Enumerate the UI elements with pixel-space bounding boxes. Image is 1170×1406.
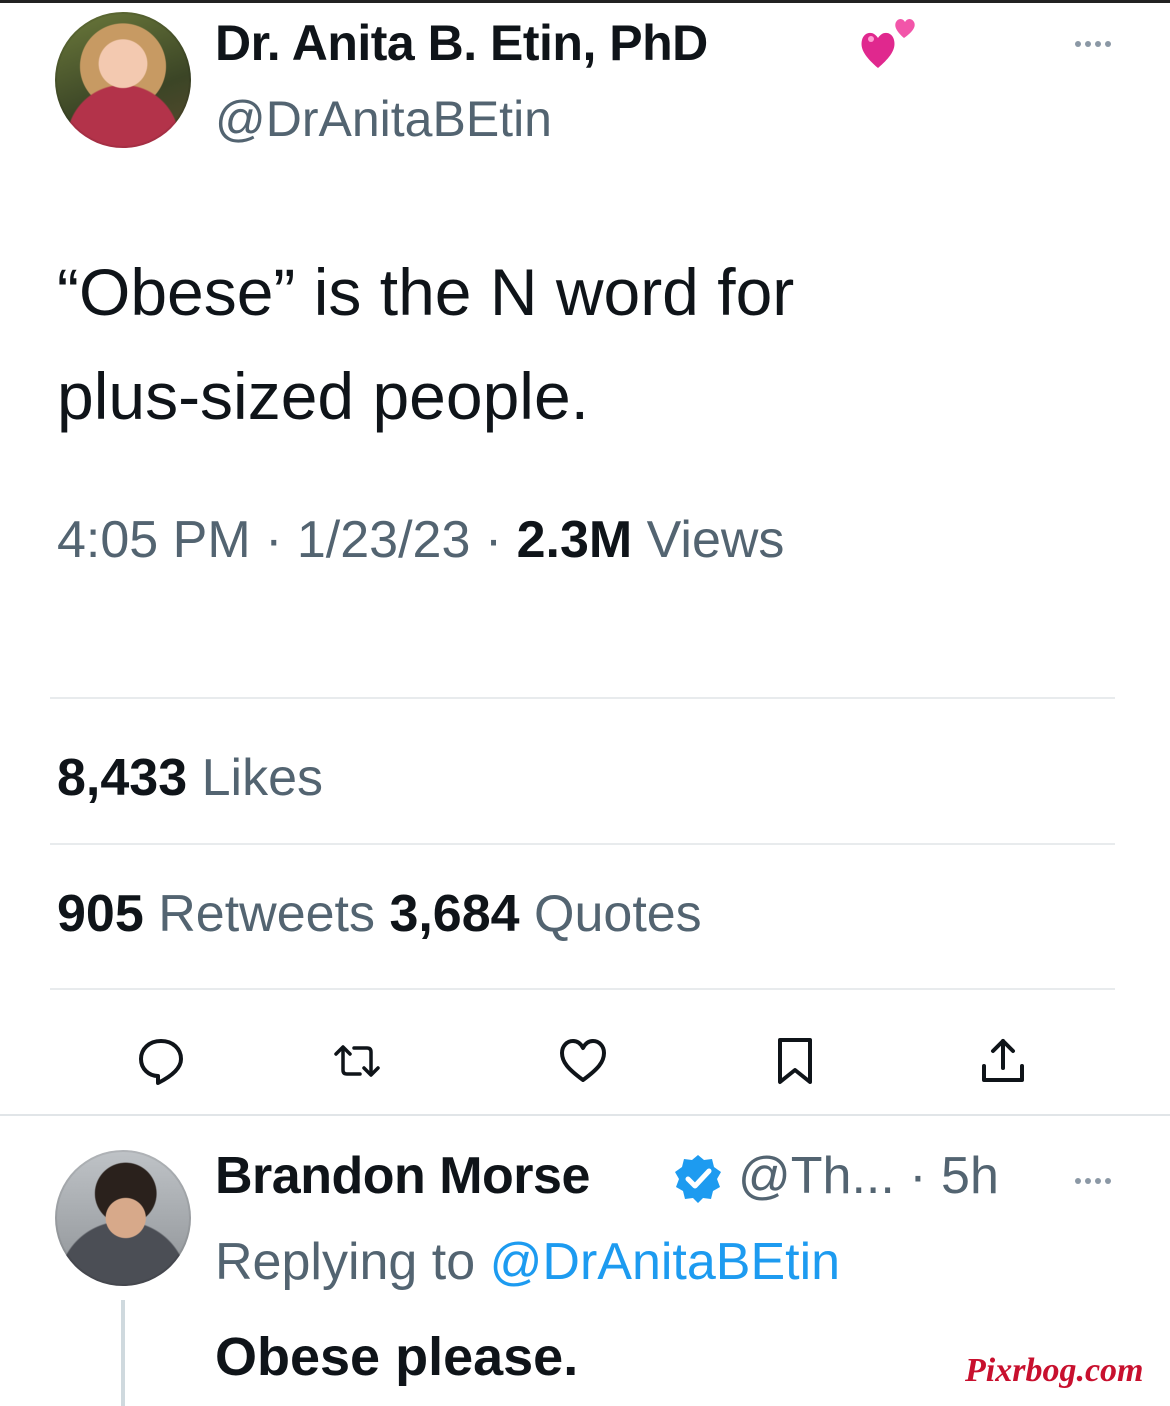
replying-to-mention[interactable]: @DrAnitaBEtin xyxy=(490,1233,840,1291)
likes-label: Likes xyxy=(201,749,323,807)
tweet-meta: 4:05 PM · 1/23/23 · 2.3M Views xyxy=(57,510,784,570)
quotes-stat[interactable]: 3,684 Quotes xyxy=(389,885,701,943)
reply-handle-time[interactable]: @Th... · 5h xyxy=(738,1146,999,1206)
author-display-name[interactable]: Dr. Anita B. Etin, PhD xyxy=(215,14,708,72)
reply-icon[interactable] xyxy=(134,1034,188,1088)
views-label: Views xyxy=(646,511,785,569)
watermark: Pixrbog.com xyxy=(965,1352,1144,1389)
reply-text: Obese please. xyxy=(215,1327,579,1387)
tweet-time[interactable]: 4:05 PM xyxy=(57,511,251,569)
tweet-text-line-2: plus-sized people. xyxy=(57,359,589,433)
quotes-label: Quotes xyxy=(534,885,702,943)
replying-to-line: Replying to @DrAnitaBEtin xyxy=(215,1232,840,1292)
views-count: 2.3M xyxy=(516,511,633,569)
tweet-date[interactable]: 1/23/23 xyxy=(297,511,471,569)
more-options-icon[interactable] xyxy=(1072,38,1112,50)
reply-author-display-name[interactable]: Brandon Morse xyxy=(215,1146,590,1206)
divider xyxy=(0,1114,1170,1116)
retweets-count: 905 xyxy=(57,885,144,943)
retweet-icon[interactable] xyxy=(330,1034,384,1088)
replying-to-prefix: Replying to xyxy=(215,1233,476,1291)
tweet-text-line-1: “Obese” is the N word for xyxy=(57,255,795,329)
retweets-label: Retweets xyxy=(158,885,375,943)
author-handle[interactable]: @DrAnitaBEtin xyxy=(215,90,552,148)
divider xyxy=(50,988,1115,990)
divider xyxy=(50,697,1115,699)
top-border xyxy=(0,0,1170,3)
engagement-stats: 905 Retweets 3,684 Quotes xyxy=(57,884,702,944)
meta-separator: · xyxy=(250,511,297,569)
reply-author-avatar[interactable] xyxy=(55,1150,191,1286)
quotes-count: 3,684 xyxy=(389,885,520,943)
meta-separator: · xyxy=(470,511,517,569)
author-avatar[interactable] xyxy=(55,12,191,148)
more-options-icon[interactable] xyxy=(1072,1175,1112,1187)
bookmark-icon[interactable] xyxy=(768,1034,822,1088)
tweet-text: “Obese” is the N word for plus-sized peo… xyxy=(57,240,1107,448)
divider xyxy=(50,843,1115,845)
verified-badge-icon xyxy=(675,1155,721,1203)
thread-line xyxy=(121,1300,125,1406)
likes-count: 8,433 xyxy=(57,749,188,807)
like-icon[interactable] xyxy=(556,1034,610,1088)
retweets-stat[interactable]: 905 Retweets xyxy=(57,885,375,943)
likes-stat[interactable]: 8,433 Likes xyxy=(57,748,323,808)
two-hearts-icon xyxy=(861,19,915,68)
share-icon[interactable] xyxy=(976,1034,1030,1088)
